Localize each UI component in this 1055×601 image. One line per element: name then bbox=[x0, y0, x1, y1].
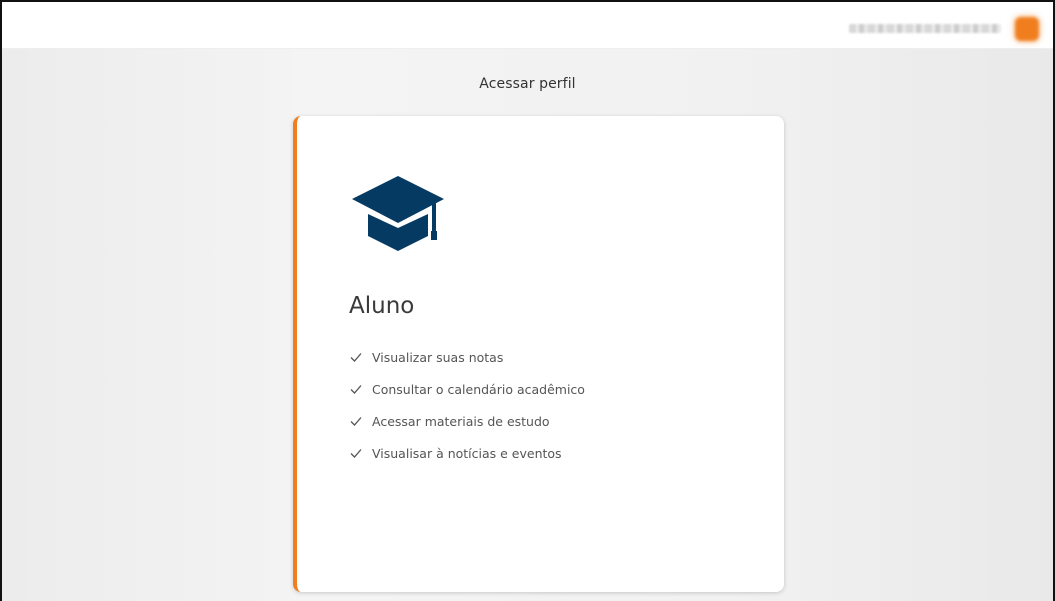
graduation-cap-icon bbox=[352, 176, 444, 251]
check-icon bbox=[350, 385, 362, 394]
top-bar bbox=[2, 2, 1053, 49]
check-icon bbox=[350, 353, 362, 362]
feature-label: Acessar materiais de estudo bbox=[372, 413, 550, 429]
feature-item: Visualisar à notícias e eventos bbox=[350, 437, 585, 469]
feature-item: Consultar o calendário acadêmico bbox=[350, 373, 585, 405]
app-window: Acessar perfil Aluno Visualizar suas not… bbox=[0, 0, 1055, 601]
feature-list: Visualizar suas notas Consultar o calend… bbox=[350, 341, 585, 469]
user-avatar[interactable] bbox=[1015, 17, 1039, 41]
check-icon bbox=[350, 417, 362, 426]
feature-label: Visualisar à notícias e eventos bbox=[372, 445, 562, 461]
profile-card-aluno[interactable]: Aluno Visualizar suas notas Consultar o … bbox=[293, 116, 784, 592]
feature-item: Visualizar suas notas bbox=[350, 341, 585, 373]
feature-label: Consultar o calendário acadêmico bbox=[372, 381, 585, 397]
check-icon bbox=[350, 449, 362, 458]
user-name-redacted[interactable] bbox=[849, 24, 1001, 33]
feature-label: Visualizar suas notas bbox=[372, 349, 504, 365]
page-title: Acessar perfil bbox=[479, 76, 576, 92]
profile-title: Aluno bbox=[349, 293, 415, 319]
feature-item: Acessar materiais de estudo bbox=[350, 405, 585, 437]
